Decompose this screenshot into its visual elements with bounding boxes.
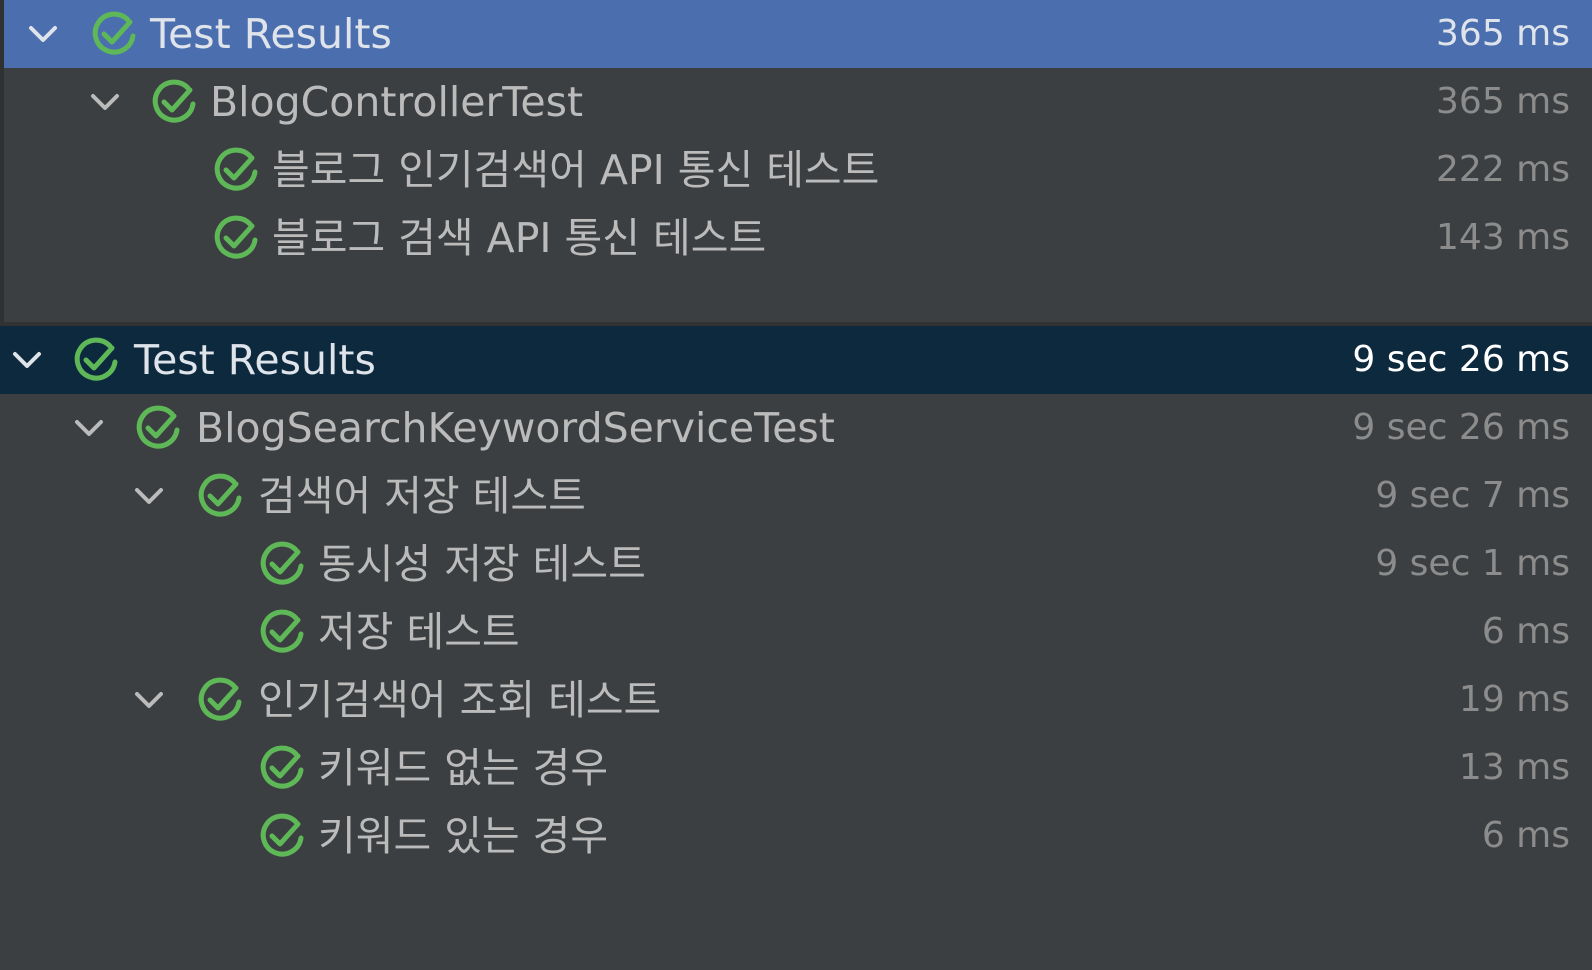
tree-row-label: 블로그 검색 API 통신 테스트 (272, 214, 767, 262)
tree-row-label: 블로그 인기검색어 API 통신 테스트 (272, 146, 880, 194)
chevron-down-icon[interactable] (84, 81, 126, 123)
tree-row-duration: 9 sec 26 ms (1352, 407, 1570, 448)
check-circle-icon (198, 677, 242, 721)
tree-row-label: 키워드 없는 경우 (318, 744, 609, 792)
tree-row-duration: 6 ms (1481, 611, 1570, 652)
tree-row-label: 저장 테스트 (318, 608, 520, 656)
tree-row-test[interactable]: 키워드 없는 경우 13 ms (0, 734, 1592, 802)
tree-row-test[interactable]: 동시성 저장 테스트 9 sec 1 ms (0, 530, 1592, 598)
check-circle-icon (260, 541, 304, 585)
tree-row-nested-group[interactable]: 인기검색어 조회 테스트 19 ms (0, 666, 1592, 734)
check-circle-icon (260, 609, 304, 653)
tree-row-duration: 9 sec 7 ms (1375, 475, 1570, 516)
check-circle-icon (214, 147, 258, 191)
tree-row-duration: 365 ms (1436, 13, 1570, 54)
check-circle-icon (214, 215, 258, 259)
chevron-down-icon[interactable] (128, 475, 170, 517)
tree-row-label: BlogSearchKeywordServiceTest (196, 404, 835, 452)
chevron-down-icon[interactable] (6, 339, 48, 381)
tree-row-test[interactable]: 키워드 있는 경우 6 ms (0, 802, 1592, 870)
tree-row-duration: 13 ms (1458, 747, 1570, 788)
check-circle-icon (152, 79, 196, 123)
tree-row-duration: 222 ms (1436, 149, 1570, 190)
tree-row-label: 키워드 있는 경우 (318, 812, 609, 860)
check-circle-icon (74, 337, 118, 381)
tree-row-class[interactable]: BlogControllerTest 365 ms (4, 68, 1592, 136)
test-results-panel-bottom: Test Results 9 sec 26 ms BlogSearchKeywo… (0, 326, 1592, 970)
tree-row-test-results-root[interactable]: Test Results 9 sec 26 ms (0, 326, 1592, 394)
chevron-down-icon[interactable] (128, 679, 170, 721)
tree-row-label: Test Results (150, 10, 392, 58)
tree-row-class[interactable]: BlogSearchKeywordServiceTest 9 sec 26 ms (0, 394, 1592, 462)
check-circle-icon (260, 813, 304, 857)
tree-row-test[interactable]: 블로그 검색 API 통신 테스트 143 ms (4, 204, 1592, 272)
check-circle-icon (136, 405, 180, 449)
tree-row-label: Test Results (134, 336, 376, 384)
tree-row-label: 동시성 저장 테스트 (318, 540, 646, 588)
tree-row-label: BlogControllerTest (210, 78, 584, 126)
tree-row-label: 인기검색어 조회 테스트 (258, 676, 662, 724)
check-circle-icon (92, 11, 136, 55)
tree-row-label: 검색어 저장 테스트 (258, 472, 586, 520)
tree-row-test[interactable]: 블로그 인기검색어 API 통신 테스트 222 ms (4, 136, 1592, 204)
chevron-down-icon[interactable] (22, 13, 64, 55)
tree-row-nested-group[interactable]: 검색어 저장 테스트 9 sec 7 ms (0, 462, 1592, 530)
tree-row-duration: 6 ms (1481, 815, 1570, 856)
test-results-panel-top: Test Results 365 ms BlogControllerTest 3… (0, 0, 1592, 326)
check-circle-icon (198, 473, 242, 517)
check-circle-icon (260, 745, 304, 789)
tree-row-duration: 143 ms (1436, 217, 1570, 258)
tree-row-test-results-root[interactable]: Test Results 365 ms (4, 0, 1592, 68)
tree-row-duration: 9 sec 26 ms (1352, 339, 1570, 380)
tree-row-duration: 19 ms (1458, 679, 1570, 720)
chevron-down-icon[interactable] (68, 407, 110, 449)
tree-row-duration: 365 ms (1436, 81, 1570, 122)
tree-row-duration: 9 sec 1 ms (1375, 543, 1570, 584)
tree-row-test[interactable]: 저장 테스트 6 ms (0, 598, 1592, 666)
